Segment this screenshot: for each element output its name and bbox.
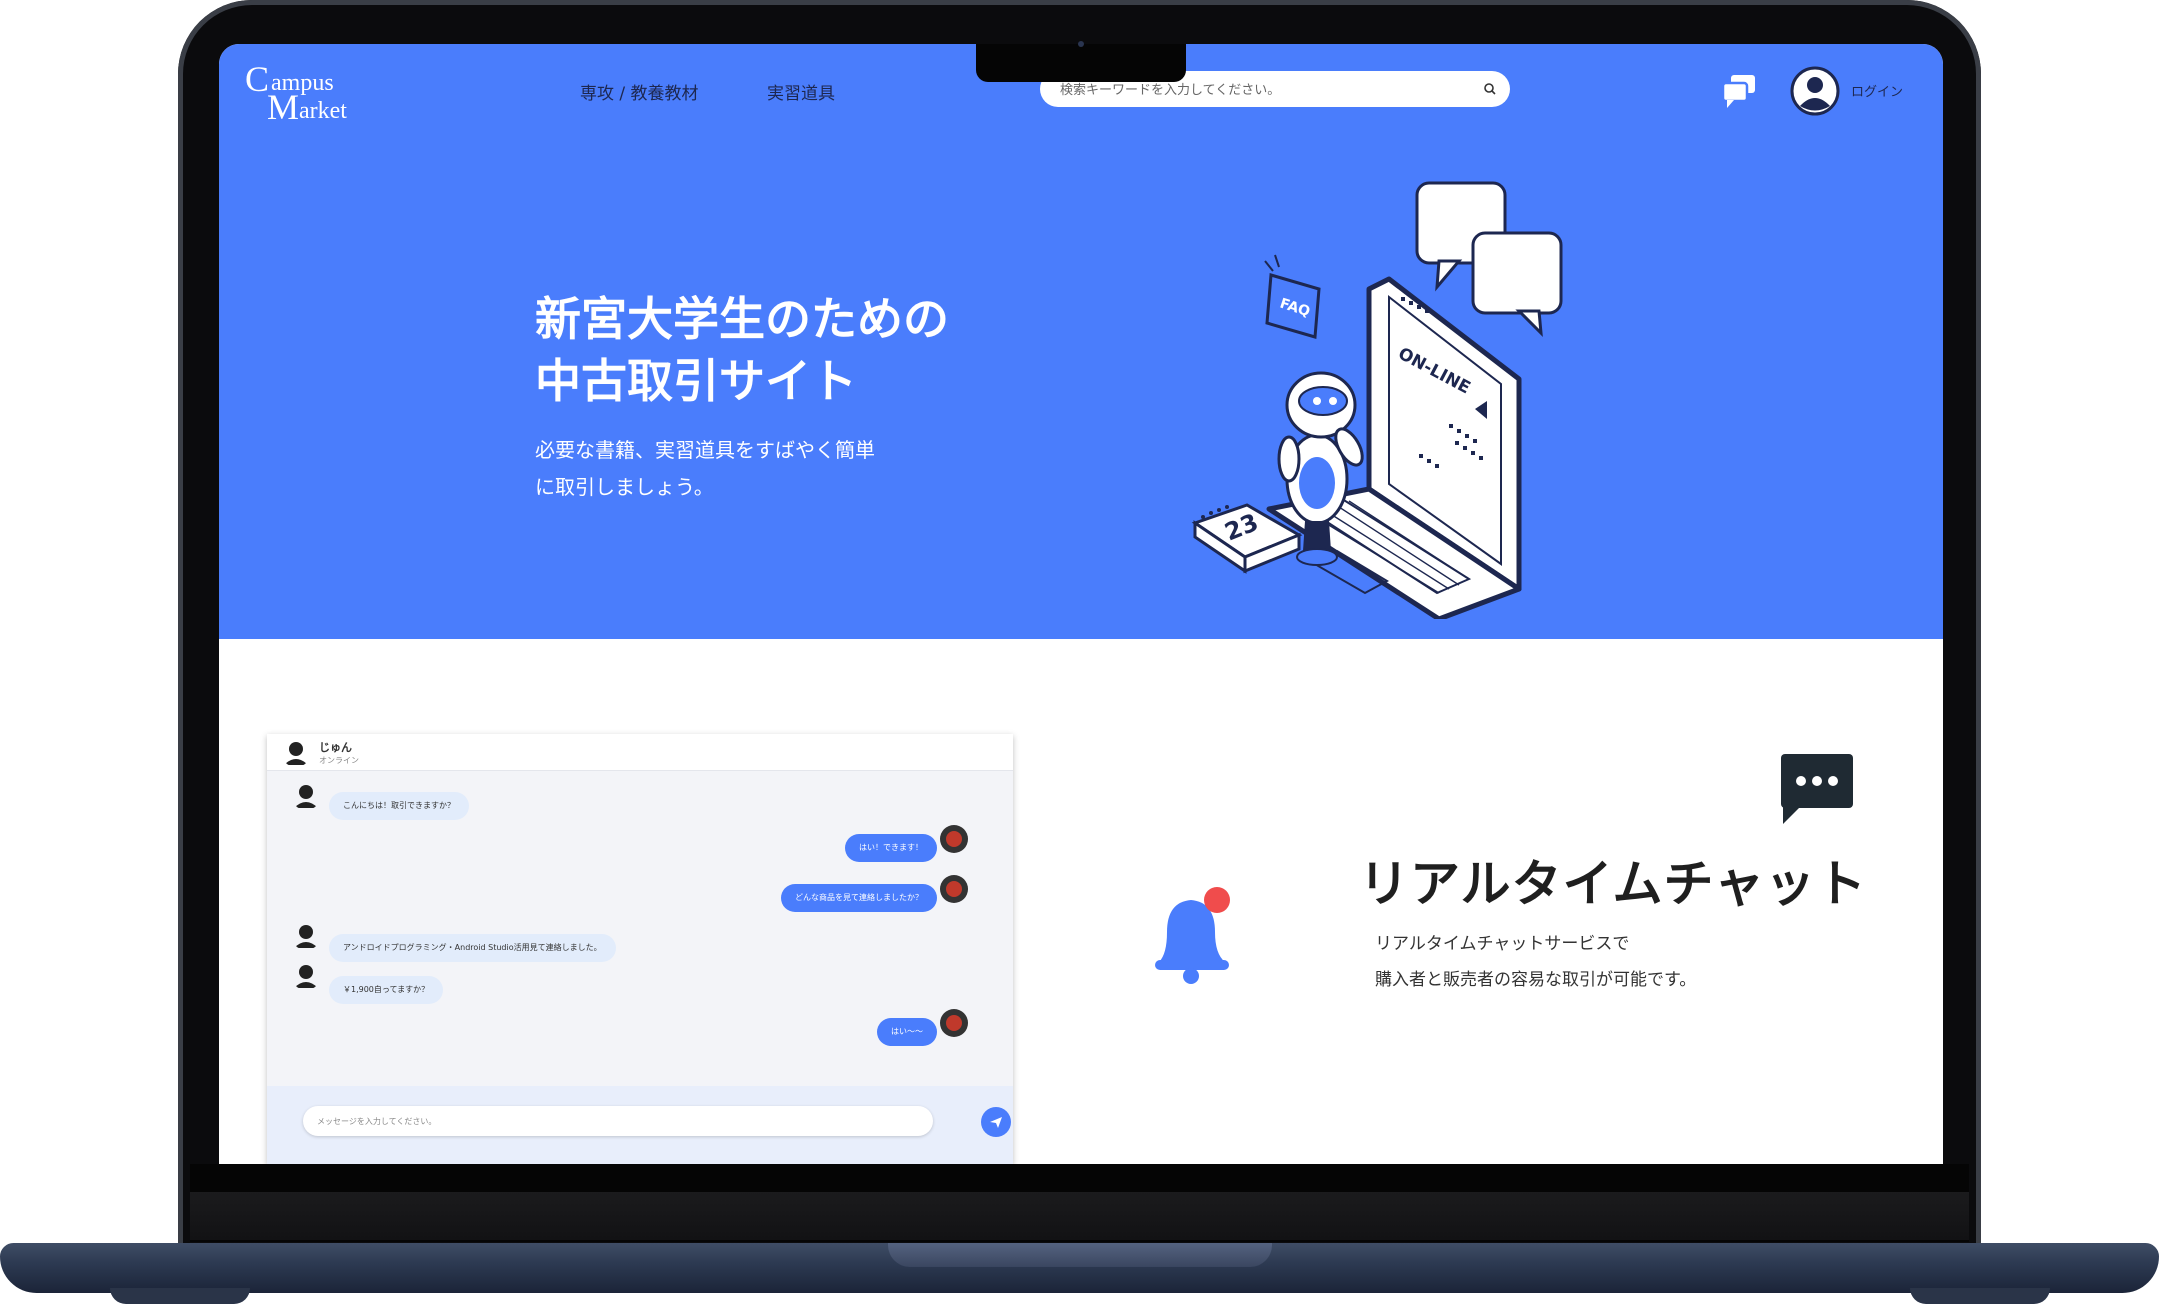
hero-title-line: 中古取引サイト	[535, 354, 857, 408]
chat-message-outgoing: どんな商品を見て連絡しましたか？	[781, 884, 937, 912]
avatar	[294, 965, 318, 988]
hero-subtitle-line: に取引しましょう。	[535, 475, 714, 499]
feature-description-line: 購入者と販売者の容易な取引が可能です。	[1375, 970, 1697, 990]
hero-title: 新宮大学生のための 中古取引サイト	[535, 288, 1095, 412]
bell-icon	[1155, 887, 1230, 984]
nav-link-tools[interactable]: 実習道具	[767, 79, 835, 104]
contact-name: じゅん	[319, 741, 352, 754]
avatar	[294, 925, 318, 948]
chat-message-incoming: アンドロイドプログラミング・Android Studio活用見て連絡しました。	[329, 934, 616, 962]
chat-header: じゅん オンライン	[267, 734, 1013, 771]
laptop-chin	[190, 1192, 1969, 1240]
hero-section: C ampus M arket 専攻 / 教養教材 実習道具 ログイン 新宮	[219, 44, 1943, 639]
message-input[interactable]	[303, 1106, 933, 1136]
avatar	[294, 785, 318, 808]
chat-message-outgoing: はい！できます！	[845, 834, 937, 862]
hero-subtitle-line: 必要な書籍、実習道具をすばやく簡単	[535, 438, 875, 462]
logo-text-arket: arket	[299, 98, 347, 124]
chat-bubbles-icon[interactable]	[1719, 71, 1759, 111]
logo-letter-m: M	[267, 87, 300, 127]
online-support-illustration: ON-LINE FAQ 23	[1191, 181, 1563, 619]
chat-preview-card: じゅん オンライン こんにちは！取引できますか？ はい！できます！ どんな商品を…	[267, 734, 1013, 1164]
nav-link-textbooks[interactable]: 専攻 / 教養教材	[580, 79, 699, 104]
laptop-opening-notch	[888, 1243, 1272, 1267]
hero-title-line: 新宮大学生のための	[535, 292, 949, 346]
laptop-foot	[1910, 1288, 2050, 1304]
laptop-screen: C ampus M arket 専攻 / 教養教材 実習道具 ログイン 新宮	[219, 44, 1943, 1164]
feature-description-line: リアルタイムチャットサービスで	[1375, 934, 1630, 954]
chat-message-incoming: こんにちは！取引できますか？	[329, 792, 469, 820]
chat-message-outgoing: はい〜〜	[877, 1018, 937, 1046]
user-circle-icon[interactable]	[1790, 66, 1840, 116]
laptop-foot	[110, 1288, 250, 1304]
avatar	[940, 875, 968, 903]
send-button[interactable]	[981, 1107, 1011, 1137]
speech-bubbles-graphic	[1415, 181, 1563, 337]
speech-bubble-icon	[1781, 754, 1853, 824]
chat-composer	[267, 1086, 1013, 1164]
avatar	[940, 1009, 968, 1037]
feature-description: リアルタイムチャットサービスで 購入者と販売者の容易な取引が可能です。	[1375, 926, 1696, 998]
send-icon	[990, 1117, 1002, 1128]
camera-notch	[976, 44, 1186, 82]
camera-icon	[1078, 41, 1084, 47]
login-link[interactable]: ログイン	[1851, 81, 1903, 100]
hero-subtitle: 必要な書籍、実習道具をすばやく簡単 に取引しましょう。	[535, 432, 935, 506]
logo-letter-c: C	[245, 59, 270, 99]
search-icon[interactable]	[1482, 81, 1498, 97]
campus-market-logo[interactable]: C ampus M arket	[245, 58, 385, 127]
avatar	[282, 738, 310, 766]
contact-status: オンライン	[319, 756, 359, 765]
faq-sign-graphic: FAQ	[1264, 254, 1321, 339]
avatar	[940, 825, 968, 853]
feature-title: リアルタイムチャット	[1359, 855, 1867, 913]
chat-message-incoming: ￥1,900自ってますか？	[329, 976, 444, 1004]
